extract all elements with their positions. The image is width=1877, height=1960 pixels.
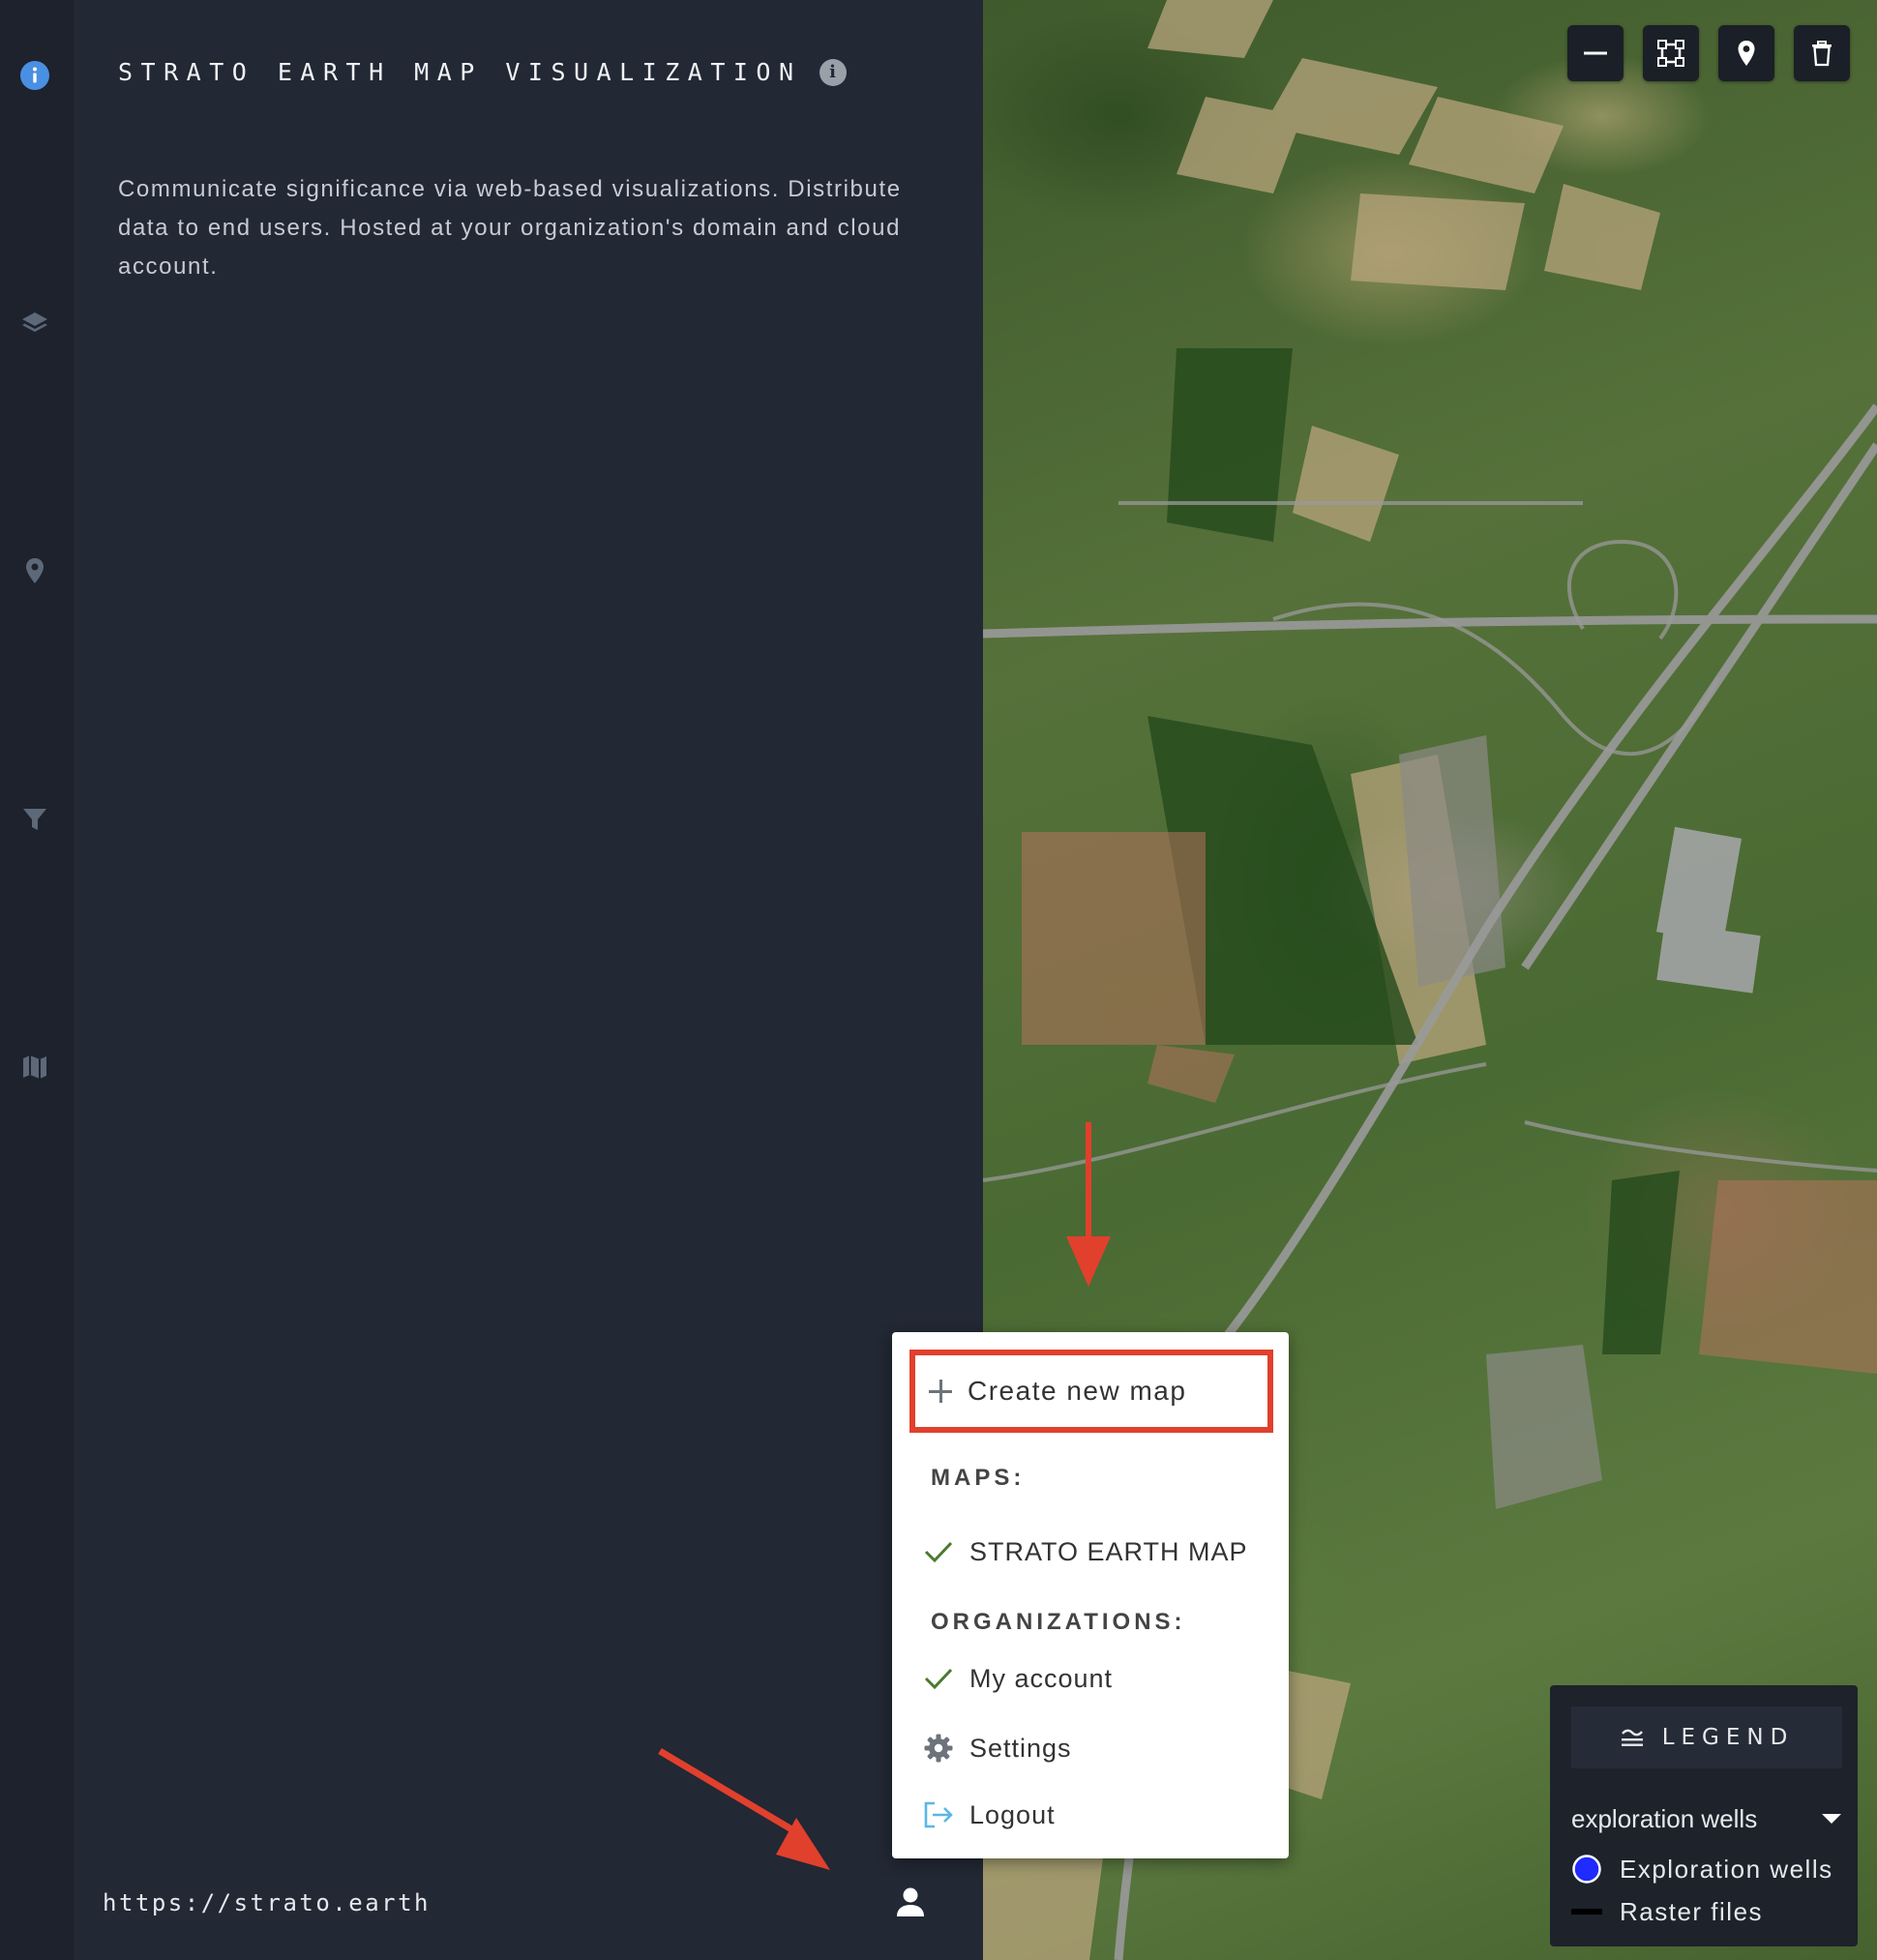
legend-item-exploration-wells: Exploration wells <box>1571 1850 1833 1888</box>
layers-icon[interactable] <box>17 306 52 341</box>
create-new-map-label: Create new map <box>968 1376 1187 1406</box>
trash-icon <box>1812 41 1832 67</box>
legend-item-raster-files: Raster files <box>1571 1892 1763 1931</box>
line-draw-icon <box>1584 51 1607 55</box>
icon-rail <box>0 0 74 1960</box>
checkmark-icon <box>921 1661 956 1696</box>
title-info-icon[interactable]: i <box>819 58 847 86</box>
legend-list-icon <box>1621 1729 1643 1746</box>
map-icon[interactable] <box>17 1050 52 1084</box>
polygon-draw-icon <box>1657 40 1684 67</box>
gear-icon <box>921 1731 956 1766</box>
filter-icon[interactable] <box>17 802 52 837</box>
map-item-strato-earth-map[interactable]: STRATO EARTH MAP <box>921 1527 1269 1577</box>
map-pin-icon[interactable] <box>17 553 52 588</box>
org-item-label: My account <box>969 1663 1114 1693</box>
user-icon <box>897 1887 924 1916</box>
marker-draw-icon <box>1738 41 1755 66</box>
site-url-link[interactable]: https://strato.earth <box>103 1889 431 1916</box>
logout-menu-item[interactable]: Logout <box>921 1790 1269 1840</box>
settings-label: Settings <box>969 1733 1072 1763</box>
info-icon[interactable] <box>17 58 52 93</box>
info-panel: STRATO EARTH MAP VISUALIZATION i Communi… <box>74 0 983 1960</box>
line-draw-button[interactable] <box>1567 25 1624 81</box>
legend-title: LEGEND <box>1661 1725 1795 1750</box>
legend-layer-select[interactable]: exploration wells <box>1571 1799 1842 1838</box>
page-title: STRATO EARTH MAP VISUALIZATION <box>118 58 802 86</box>
legend-toggle-button[interactable]: LEGEND <box>1571 1707 1842 1768</box>
blue-circle-swatch <box>1571 1854 1606 1885</box>
logout-label: Logout <box>969 1799 1056 1829</box>
create-new-map-button[interactable]: Create new map <box>909 1350 1273 1433</box>
marker-draw-button[interactable] <box>1718 25 1774 81</box>
panel-description: Communicate significance via web-based v… <box>118 176 902 280</box>
polygon-draw-button[interactable] <box>1643 25 1699 81</box>
legend-layer-select-value: exploration wells <box>1571 1803 1758 1833</box>
settings-menu-item[interactable]: Settings <box>921 1723 1269 1773</box>
map-legend: LEGEND exploration wells Exploration wel… <box>1550 1685 1858 1946</box>
black-line-swatch <box>1571 1907 1606 1916</box>
org-item-my-account[interactable]: My account <box>921 1653 1269 1704</box>
legend-item-label: Raster files <box>1620 1896 1764 1926</box>
checkmark-icon <box>921 1534 956 1569</box>
user-account-button[interactable] <box>891 1883 930 1921</box>
map-draw-toolbar <box>1567 25 1850 81</box>
chevron-down-icon <box>1822 1814 1841 1824</box>
plus-icon <box>927 1378 954 1405</box>
account-dropdown-menu: Create new map MAPS: STRATO EARTH MAP OR… <box>892 1332 1289 1858</box>
panel-header: STRATO EARTH MAP VISUALIZATION i <box>118 58 847 86</box>
maps-heading: MAPS: <box>931 1465 1026 1491</box>
map-item-label: STRATO EARTH MAP <box>969 1536 1248 1566</box>
delete-button[interactable] <box>1794 25 1850 81</box>
legend-item-label: Exploration wells <box>1620 1854 1833 1884</box>
logout-icon <box>921 1797 956 1832</box>
organizations-heading: ORGANIZATIONS: <box>931 1609 1186 1635</box>
